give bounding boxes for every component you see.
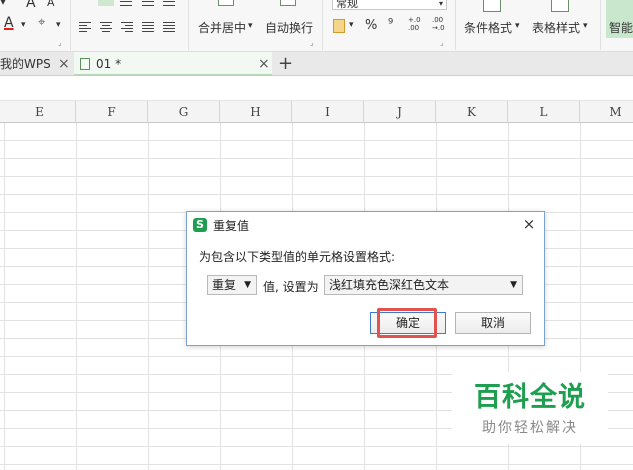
ribbon-toolbar: ▾ A A A ▾ ⌖ ▾ ⌟ 合并居中 ▾ 自动换行 ⌟ 常规 ▾ ▾ % ⁹… — [0, 0, 633, 52]
increase-decimal-button[interactable]: +.0 .00 — [408, 16, 421, 32]
align-bottom-icon[interactable] — [142, 0, 154, 6]
column-header[interactable]: J — [364, 101, 436, 123]
format-style-select[interactable]: 浅红填充色深红色文本 ▼ — [324, 275, 523, 295]
dialog-close-icon[interactable]: × — [520, 216, 538, 234]
duplicate-values-dialog: S 重复值 × 为包含以下类型值的单元格设置格式: 重复 ▼ 值, 设置为 浅红… — [186, 211, 545, 346]
align-top-active-icon[interactable] — [98, 0, 114, 6]
column-header[interactable]: F — [76, 101, 148, 123]
currency-format-icon[interactable] — [333, 19, 345, 33]
tab-my-wps[interactable]: 我的WPS × — [0, 52, 74, 76]
font-color-button[interactable]: A — [4, 15, 14, 31]
thousand-separator-button[interactable]: ⁹ — [388, 17, 393, 32]
column-header[interactable]: H — [220, 101, 292, 123]
smart-tool-button[interactable]: 智能 — [609, 19, 633, 36]
conditional-format-dropdown[interactable]: ▾ — [515, 21, 520, 31]
distribute-icon[interactable] — [163, 22, 175, 32]
wps-logo-icon: S — [193, 218, 207, 232]
fill-color-icon[interactable]: ⌖ — [38, 15, 45, 30]
font-color-dropdown[interactable]: ▾ — [21, 20, 26, 30]
cancel-button[interactable]: 取消 — [455, 312, 531, 334]
new-tab-plus-icon[interactable]: + — [278, 52, 293, 76]
value-type-dropdown-icon: ▼ — [244, 280, 251, 290]
column-header[interactable]: E — [4, 101, 76, 123]
increase-font-button[interactable]: A — [26, 0, 36, 11]
merge-center-dropdown[interactable]: ▾ — [248, 21, 253, 31]
column-header[interactable]: K — [436, 101, 508, 123]
conditional-format-button[interactable]: 条件格式 — [464, 19, 512, 36]
table-style-icon[interactable] — [551, 0, 569, 12]
percent-button[interactable]: % — [365, 18, 377, 33]
align-center-icon[interactable] — [100, 22, 112, 32]
tab-my-wps-close-icon[interactable]: × — [58, 52, 70, 76]
number-format-value: 常规 — [336, 0, 358, 10]
ribbon-separator — [600, 0, 601, 50]
decrease-font-button[interactable]: A — [47, 0, 55, 9]
ribbon-separator — [455, 0, 456, 50]
tab-document-close-icon[interactable]: × — [258, 52, 270, 76]
wrap-text-icon[interactable] — [280, 0, 296, 6]
decrease-decimal-button[interactable]: .00 →.0 — [432, 16, 445, 32]
ribbon-separator — [188, 0, 189, 50]
value-type-select[interactable]: 重复 ▼ — [207, 275, 257, 295]
value-type-value: 重复 — [212, 278, 237, 292]
formula-bar-area — [0, 77, 633, 101]
tab-document-01[interactable]: 01 * × — [74, 52, 272, 76]
merge-center-icon[interactable] — [218, 0, 234, 6]
spreadsheet-file-icon — [80, 58, 90, 70]
column-header[interactable]: I — [292, 101, 364, 123]
format-style-value: 浅红填充色深红色文本 — [329, 278, 450, 292]
watermark-logo: 百科全说 助你轻松解决 — [452, 372, 608, 444]
highlight-annotation-box — [377, 308, 437, 338]
dialog-title-bar[interactable]: S 重复值 × — [187, 212, 544, 238]
font-group-launcher-icon[interactable]: ⌟ — [58, 38, 62, 47]
indent-icon[interactable] — [163, 0, 175, 6]
wrap-text-button[interactable]: 自动换行 — [265, 19, 313, 36]
dialog-title: 重复值 — [213, 219, 250, 233]
number-format-dropdown-icon: ▾ — [438, 0, 443, 8]
column-header-row: E F G H I J K L M — [0, 101, 633, 123]
currency-dropdown[interactable]: ▾ — [349, 20, 354, 30]
ribbon-separator — [322, 0, 323, 50]
format-style-dropdown-icon: ▼ — [510, 280, 517, 290]
align-left-icon[interactable] — [79, 22, 91, 32]
tab-my-wps-label: 我的WPS — [0, 57, 51, 71]
merge-center-button[interactable]: 合并居中 — [198, 19, 246, 36]
number-format-select[interactable]: 常规 ▾ — [332, 0, 447, 10]
spreadsheet-window: ▾ A A A ▾ ⌖ ▾ ⌟ 合并居中 ▾ 自动换行 ⌟ 常规 ▾ ▾ % ⁹… — [0, 0, 633, 470]
table-style-button[interactable]: 表格样式 — [532, 19, 580, 36]
alignment-group-launcher-icon[interactable]: ⌟ — [310, 38, 314, 47]
document-tab-bar: 我的WPS × 01 * × + — [0, 52, 633, 76]
dialog-prompt-label: 为包含以下类型值的单元格设置格式: — [199, 250, 396, 264]
table-style-dropdown[interactable]: ▾ — [583, 21, 588, 31]
watermark-subtitle: 助你轻松解决 — [482, 420, 578, 436]
set-as-label: 值, 设置为 — [263, 280, 319, 294]
fill-color-dropdown[interactable]: ▾ — [56, 20, 61, 30]
font-size-dropdown-arrow[interactable]: ▾ — [0, 0, 6, 8]
number-group-launcher-icon[interactable]: ⌟ — [440, 38, 444, 47]
column-header[interactable]: L — [508, 101, 580, 123]
ribbon-separator — [70, 0, 71, 50]
tab-document-label: 01 * — [96, 57, 122, 71]
justify-icon[interactable] — [142, 22, 154, 32]
watermark-title: 百科全说 — [474, 382, 586, 413]
conditional-format-icon[interactable] — [483, 0, 501, 12]
column-header[interactable]: G — [148, 101, 220, 123]
column-header[interactable]: M — [580, 101, 633, 123]
align-middle-icon[interactable] — [120, 0, 132, 6]
align-right-icon[interactable] — [121, 22, 133, 32]
